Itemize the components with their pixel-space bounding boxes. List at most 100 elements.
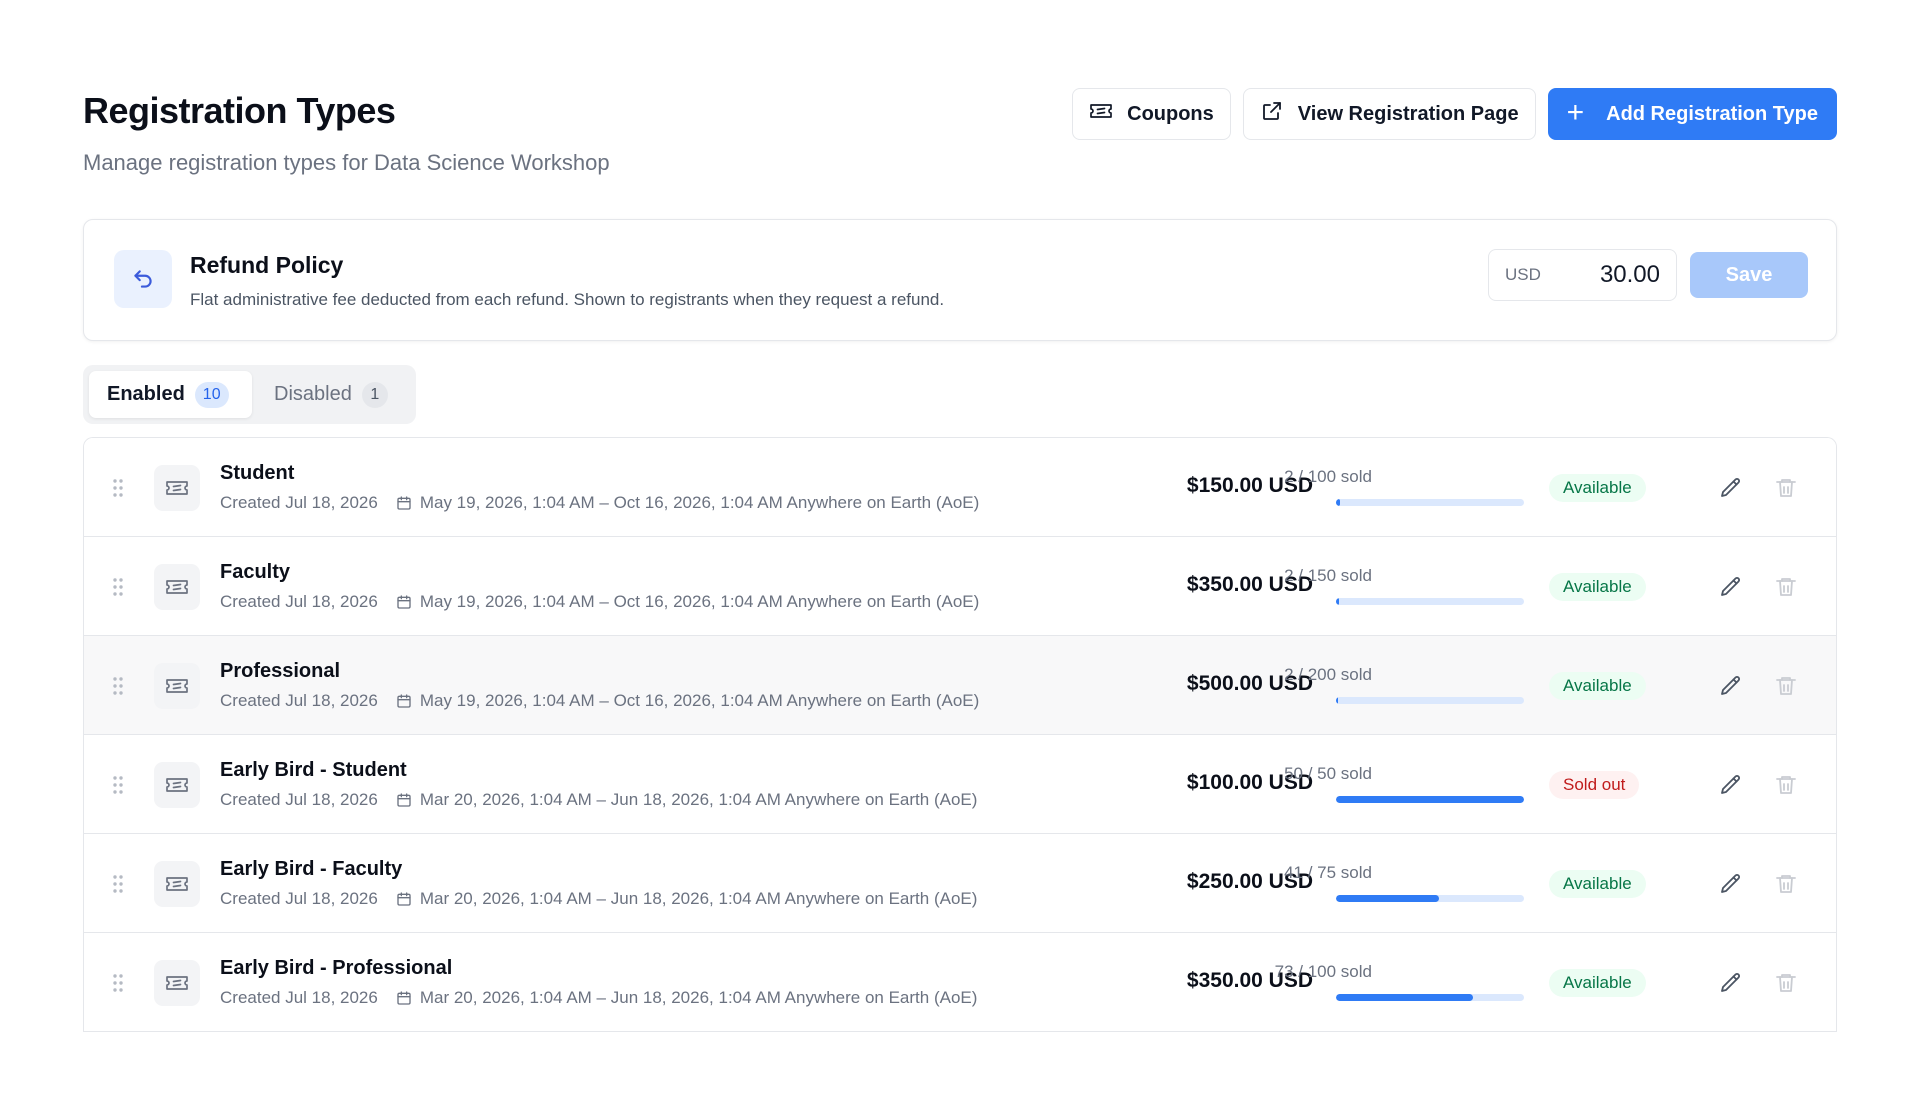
sold-progress-fill <box>1336 895 1439 902</box>
trash-icon[interactable] <box>1774 773 1798 797</box>
registration-type-name: Student <box>220 462 295 484</box>
calendar-icon <box>396 792 412 808</box>
coupons-button[interactable]: Coupons <box>1072 88 1231 140</box>
view-registration-page-button[interactable]: View Registration Page <box>1242 88 1536 140</box>
registration-type-meta: Created Jul 18, 2026 May 19, 2026, 1:04 … <box>220 493 979 513</box>
sold-progress-bar <box>1336 796 1524 803</box>
sold-progress-bar <box>1336 697 1524 704</box>
refund-policy-description: Flat administrative fee deducted from ea… <box>190 290 945 309</box>
drag-handle-icon[interactable] <box>112 775 124 795</box>
registration-type-row: Student Created Jul 18, 2026 May 19, 202… <box>84 438 1836 537</box>
trash-icon[interactable] <box>1774 674 1798 698</box>
registration-type-row: Professional Created Jul 18, 2026 May 19… <box>84 636 1836 735</box>
status-badge: Available <box>1549 573 1646 601</box>
save-button[interactable]: Save <box>1690 252 1808 298</box>
sold-count: 2 / 100 sold <box>1284 467 1372 486</box>
registration-type-row: Faculty Created Jul 18, 2026 May 19, 202… <box>84 537 1836 636</box>
status-badge: Sold out <box>1549 771 1640 799</box>
page-title: Registration Types <box>83 90 396 131</box>
sold-progress-bar <box>1336 994 1524 1001</box>
sale-date-range: Mar 20, 2026, 1:04 AM – Jun 18, 2026, 1:… <box>419 988 978 1007</box>
registration-type-meta: Created Jul 18, 2026 Mar 20, 2026, 1:04 … <box>220 889 977 909</box>
created-date: Created Jul 18, 2026 <box>220 790 378 809</box>
created-date: Created Jul 18, 2026 <box>220 592 378 611</box>
fee-currency-label: USD <box>1505 265 1541 284</box>
status-tabs: Enabled 10 Disabled 1 <box>83 365 416 424</box>
drag-handle-icon[interactable] <box>112 478 124 498</box>
ticket-icon <box>154 960 200 1006</box>
coupons-label: Coupons <box>1127 102 1214 125</box>
registration-type-meta: Created Jul 18, 2026 May 19, 2026, 1:04 … <box>220 592 979 612</box>
sold-count: 2 / 150 sold <box>1284 566 1372 585</box>
trash-icon[interactable] <box>1774 872 1798 896</box>
fee-amount-value[interactable]: 30.00 <box>1600 261 1660 289</box>
page-header: Registration Types Manage registration t… <box>83 88 1837 188</box>
sold-progress-bar <box>1336 499 1524 506</box>
registration-type-meta: Created Jul 18, 2026 Mar 20, 2026, 1:04 … <box>220 988 977 1008</box>
sold-progress-fill <box>1336 994 1474 1001</box>
ticket-icon <box>154 663 200 709</box>
created-date: Created Jul 18, 2026 <box>220 988 378 1007</box>
add-registration-type-label: Add Registration Type <box>1606 102 1818 125</box>
registration-type-name: Professional <box>220 660 341 682</box>
tab-disabled-label: Disabled <box>274 383 352 405</box>
status-badge: Available <box>1549 672 1646 700</box>
pencil-icon[interactable] <box>1719 971 1743 995</box>
plus-icon: + <box>1566 95 1585 129</box>
registration-type-row: Early Bird - Student Created Jul 18, 202… <box>84 735 1836 834</box>
tab-disabled[interactable]: Disabled 1 <box>256 371 406 418</box>
ticket-icon <box>154 465 200 511</box>
registration-type-meta: Created Jul 18, 2026 Mar 20, 2026, 1:04 … <box>220 790 977 810</box>
sold-progress-fill <box>1336 697 1338 704</box>
page-subtitle: Manage registration types for Data Scien… <box>83 150 610 175</box>
sold-progress-fill <box>1336 598 1339 605</box>
sale-date-range: Mar 20, 2026, 1:04 AM – Jun 18, 2026, 1:… <box>419 889 978 908</box>
refund-fee-input[interactable]: USD 30.00 <box>1488 249 1677 301</box>
registration-types-list: Student Created Jul 18, 2026 May 19, 202… <box>83 437 1837 1032</box>
pencil-icon[interactable] <box>1719 674 1743 698</box>
calendar-icon <box>396 891 412 907</box>
calendar-icon <box>396 990 412 1006</box>
pencil-icon[interactable] <box>1719 575 1743 599</box>
registration-type-name: Faculty <box>220 561 291 583</box>
view-registration-page-label: View Registration Page <box>1297 102 1519 125</box>
status-badge: Available <box>1549 969 1646 997</box>
refund-policy-title: Refund Policy <box>190 252 344 278</box>
trash-icon[interactable] <box>1774 575 1798 599</box>
sold-count: 50 / 50 sold <box>1284 764 1372 783</box>
pencil-icon[interactable] <box>1719 872 1743 896</box>
registration-type-name: Early Bird - Professional <box>220 957 453 979</box>
drag-handle-icon[interactable] <box>112 577 124 597</box>
registration-type-meta: Created Jul 18, 2026 May 19, 2026, 1:04 … <box>220 691 979 711</box>
registration-type-name: Early Bird - Student <box>220 759 407 781</box>
sold-progress-bar <box>1336 598 1524 605</box>
calendar-icon <box>396 594 412 610</box>
sold-count: 2 / 200 sold <box>1284 665 1372 684</box>
drag-handle-icon[interactable] <box>112 973 124 993</box>
tab-enabled-label: Enabled <box>107 383 185 405</box>
sold-progress-bar <box>1336 895 1524 902</box>
pencil-icon[interactable] <box>1719 773 1743 797</box>
created-date: Created Jul 18, 2026 <box>220 691 378 710</box>
tab-enabled[interactable]: Enabled 10 <box>89 371 252 418</box>
ticket-icon <box>1089 99 1113 129</box>
sale-date-range: May 19, 2026, 1:04 AM – Oct 16, 2026, 1:… <box>419 493 980 512</box>
drag-handle-icon[interactable] <box>112 874 124 894</box>
sold-count: 73 / 100 sold <box>1274 962 1372 981</box>
refund-policy-card: Refund Policy Flat administrative fee de… <box>83 219 1837 341</box>
drag-handle-icon[interactable] <box>112 676 124 696</box>
trash-icon[interactable] <box>1774 971 1798 995</box>
ticket-icon <box>154 564 200 610</box>
tab-enabled-count: 10 <box>194 381 229 408</box>
sold-count: 41 / 75 sold <box>1284 863 1372 882</box>
tab-disabled-count: 1 <box>361 381 388 408</box>
sold-progress-fill <box>1336 499 1340 506</box>
add-registration-type-button[interactable]: + Add Registration Type <box>1547 88 1837 140</box>
undo-arrow-icon <box>114 250 172 308</box>
created-date: Created Jul 18, 2026 <box>220 493 378 512</box>
pencil-icon[interactable] <box>1719 476 1743 500</box>
sale-date-range: Mar 20, 2026, 1:04 AM – Jun 18, 2026, 1:… <box>419 790 978 809</box>
registration-type-row: Early Bird - Professional Created Jul 18… <box>84 933 1836 1032</box>
trash-icon[interactable] <box>1774 476 1798 500</box>
created-date: Created Jul 18, 2026 <box>220 889 378 908</box>
